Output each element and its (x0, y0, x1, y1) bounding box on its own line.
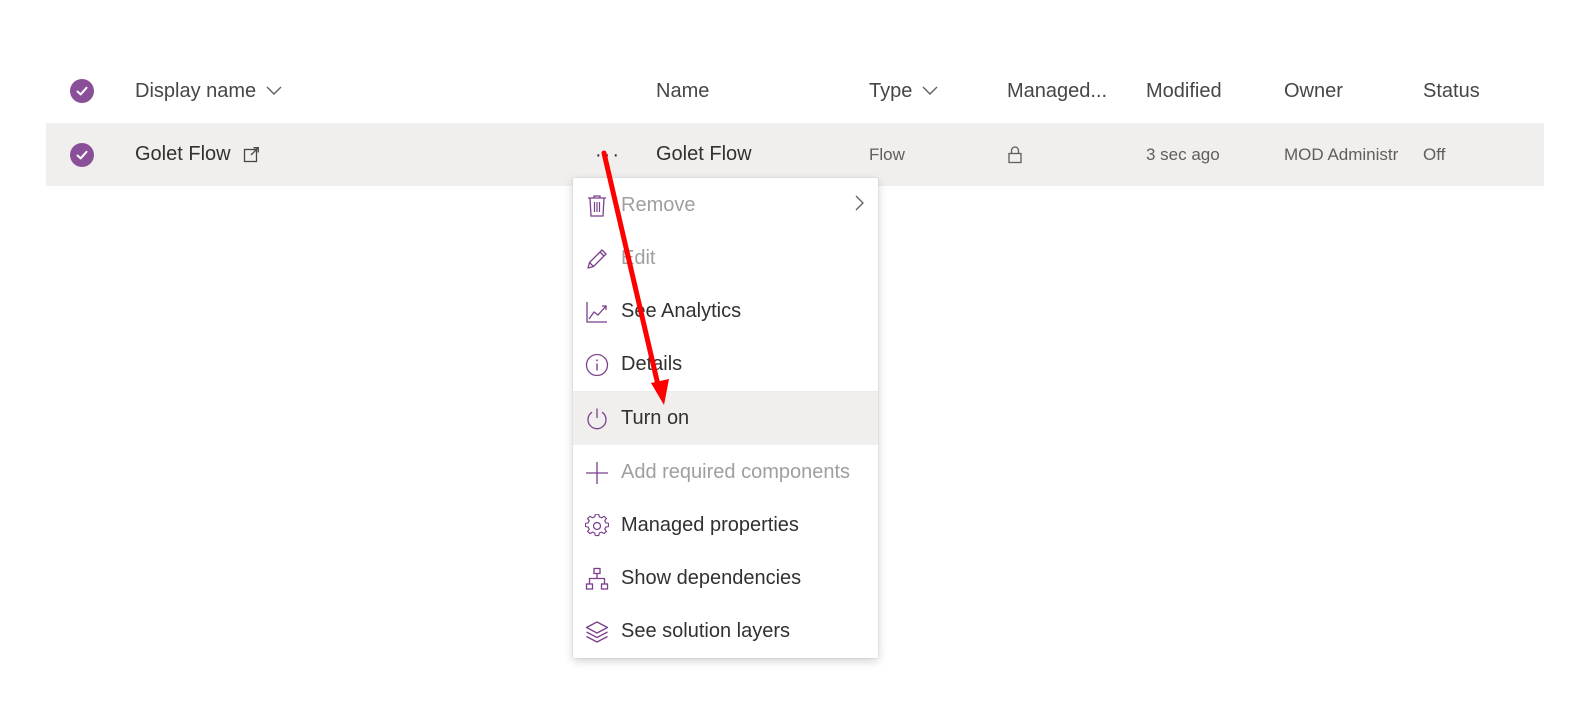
column-modified-label: Modified (1146, 79, 1222, 102)
info-icon (584, 352, 610, 378)
menu-item-label: Details (621, 353, 683, 375)
menu-item-turn-on[interactable]: Turn on (573, 392, 878, 445)
menu-item-see-analytics[interactable]: See Analytics (573, 285, 878, 338)
row-display-name[interactable]: Golet Flow (135, 123, 260, 186)
menu-item-add-required-components[interactable]: Add required components (573, 446, 878, 499)
menu-item-label: Add required components (621, 461, 851, 483)
menu-item-edit[interactable]: Edit (573, 232, 878, 285)
column-status-label: Status (1423, 79, 1480, 102)
column-type-label: Type (869, 79, 913, 102)
menu-item-remove[interactable]: Remove (573, 179, 878, 232)
row-name: Golet Flow (656, 143, 752, 165)
row-status: Off (1423, 144, 1446, 164)
column-type[interactable]: Type (869, 60, 938, 122)
layers-icon (584, 619, 610, 645)
menu-item-label: Remove (621, 194, 696, 216)
open-in-new-window-icon[interactable] (243, 146, 260, 163)
menu-item-show-dependencies[interactable]: Show dependencies (573, 552, 878, 605)
pencil-icon (584, 246, 610, 272)
column-display-name[interactable]: Display name (135, 60, 282, 122)
menu-item-label: See solution layers (621, 620, 790, 642)
gear-icon (584, 513, 610, 539)
table-row[interactable]: Golet Flow ··· Golet Flow Flow 3 sec ago… (46, 123, 1544, 186)
analytics-icon (584, 299, 610, 325)
menu-item-label: Edit (621, 247, 656, 269)
column-status[interactable]: Status (1423, 60, 1480, 122)
column-owner-label: Owner (1284, 79, 1343, 102)
plus-icon (584, 460, 610, 486)
select-all-checkbox[interactable] (70, 79, 94, 103)
chevron-down-icon (922, 86, 938, 96)
check-icon (76, 150, 88, 160)
menu-item-see-solution-layers[interactable]: See solution layers (573, 605, 878, 658)
chevron-down-icon (266, 86, 282, 96)
column-header-row: Display name Name Type Managed... Modifi… (46, 60, 1544, 122)
more-options-button[interactable]: ··· (594, 141, 622, 169)
context-menu: Remove Edit See Analytics Details Turn o… (573, 178, 878, 658)
row-owner: MOD Administr (1284, 144, 1399, 164)
trash-icon (584, 193, 610, 219)
column-modified[interactable]: Modified (1146, 60, 1222, 122)
hierarchy-icon (584, 566, 610, 592)
menu-item-label: Managed properties (621, 514, 799, 536)
row-type: Flow (869, 144, 905, 164)
check-icon (76, 86, 88, 96)
lock-icon (1007, 123, 1023, 186)
column-name-label: Name (656, 79, 710, 102)
row-display-name-text: Golet Flow (135, 143, 231, 165)
row-modified: 3 sec ago (1146, 144, 1220, 164)
column-managed[interactable]: Managed... (1007, 60, 1107, 122)
menu-item-label: Turn on (621, 407, 690, 429)
row-checkbox[interactable] (70, 143, 94, 167)
menu-item-managed-properties[interactable]: Managed properties (573, 499, 878, 552)
menu-item-details[interactable]: Details (573, 338, 878, 391)
column-managed-label: Managed... (1007, 79, 1108, 102)
column-owner[interactable]: Owner (1284, 60, 1343, 122)
power-icon (584, 406, 610, 432)
column-name[interactable]: Name (656, 60, 709, 122)
menu-item-label: Show dependencies (621, 567, 802, 589)
menu-item-label: See Analytics (621, 300, 742, 322)
column-display-name-label: Display name (135, 79, 257, 102)
chevron-right-icon (854, 194, 864, 217)
